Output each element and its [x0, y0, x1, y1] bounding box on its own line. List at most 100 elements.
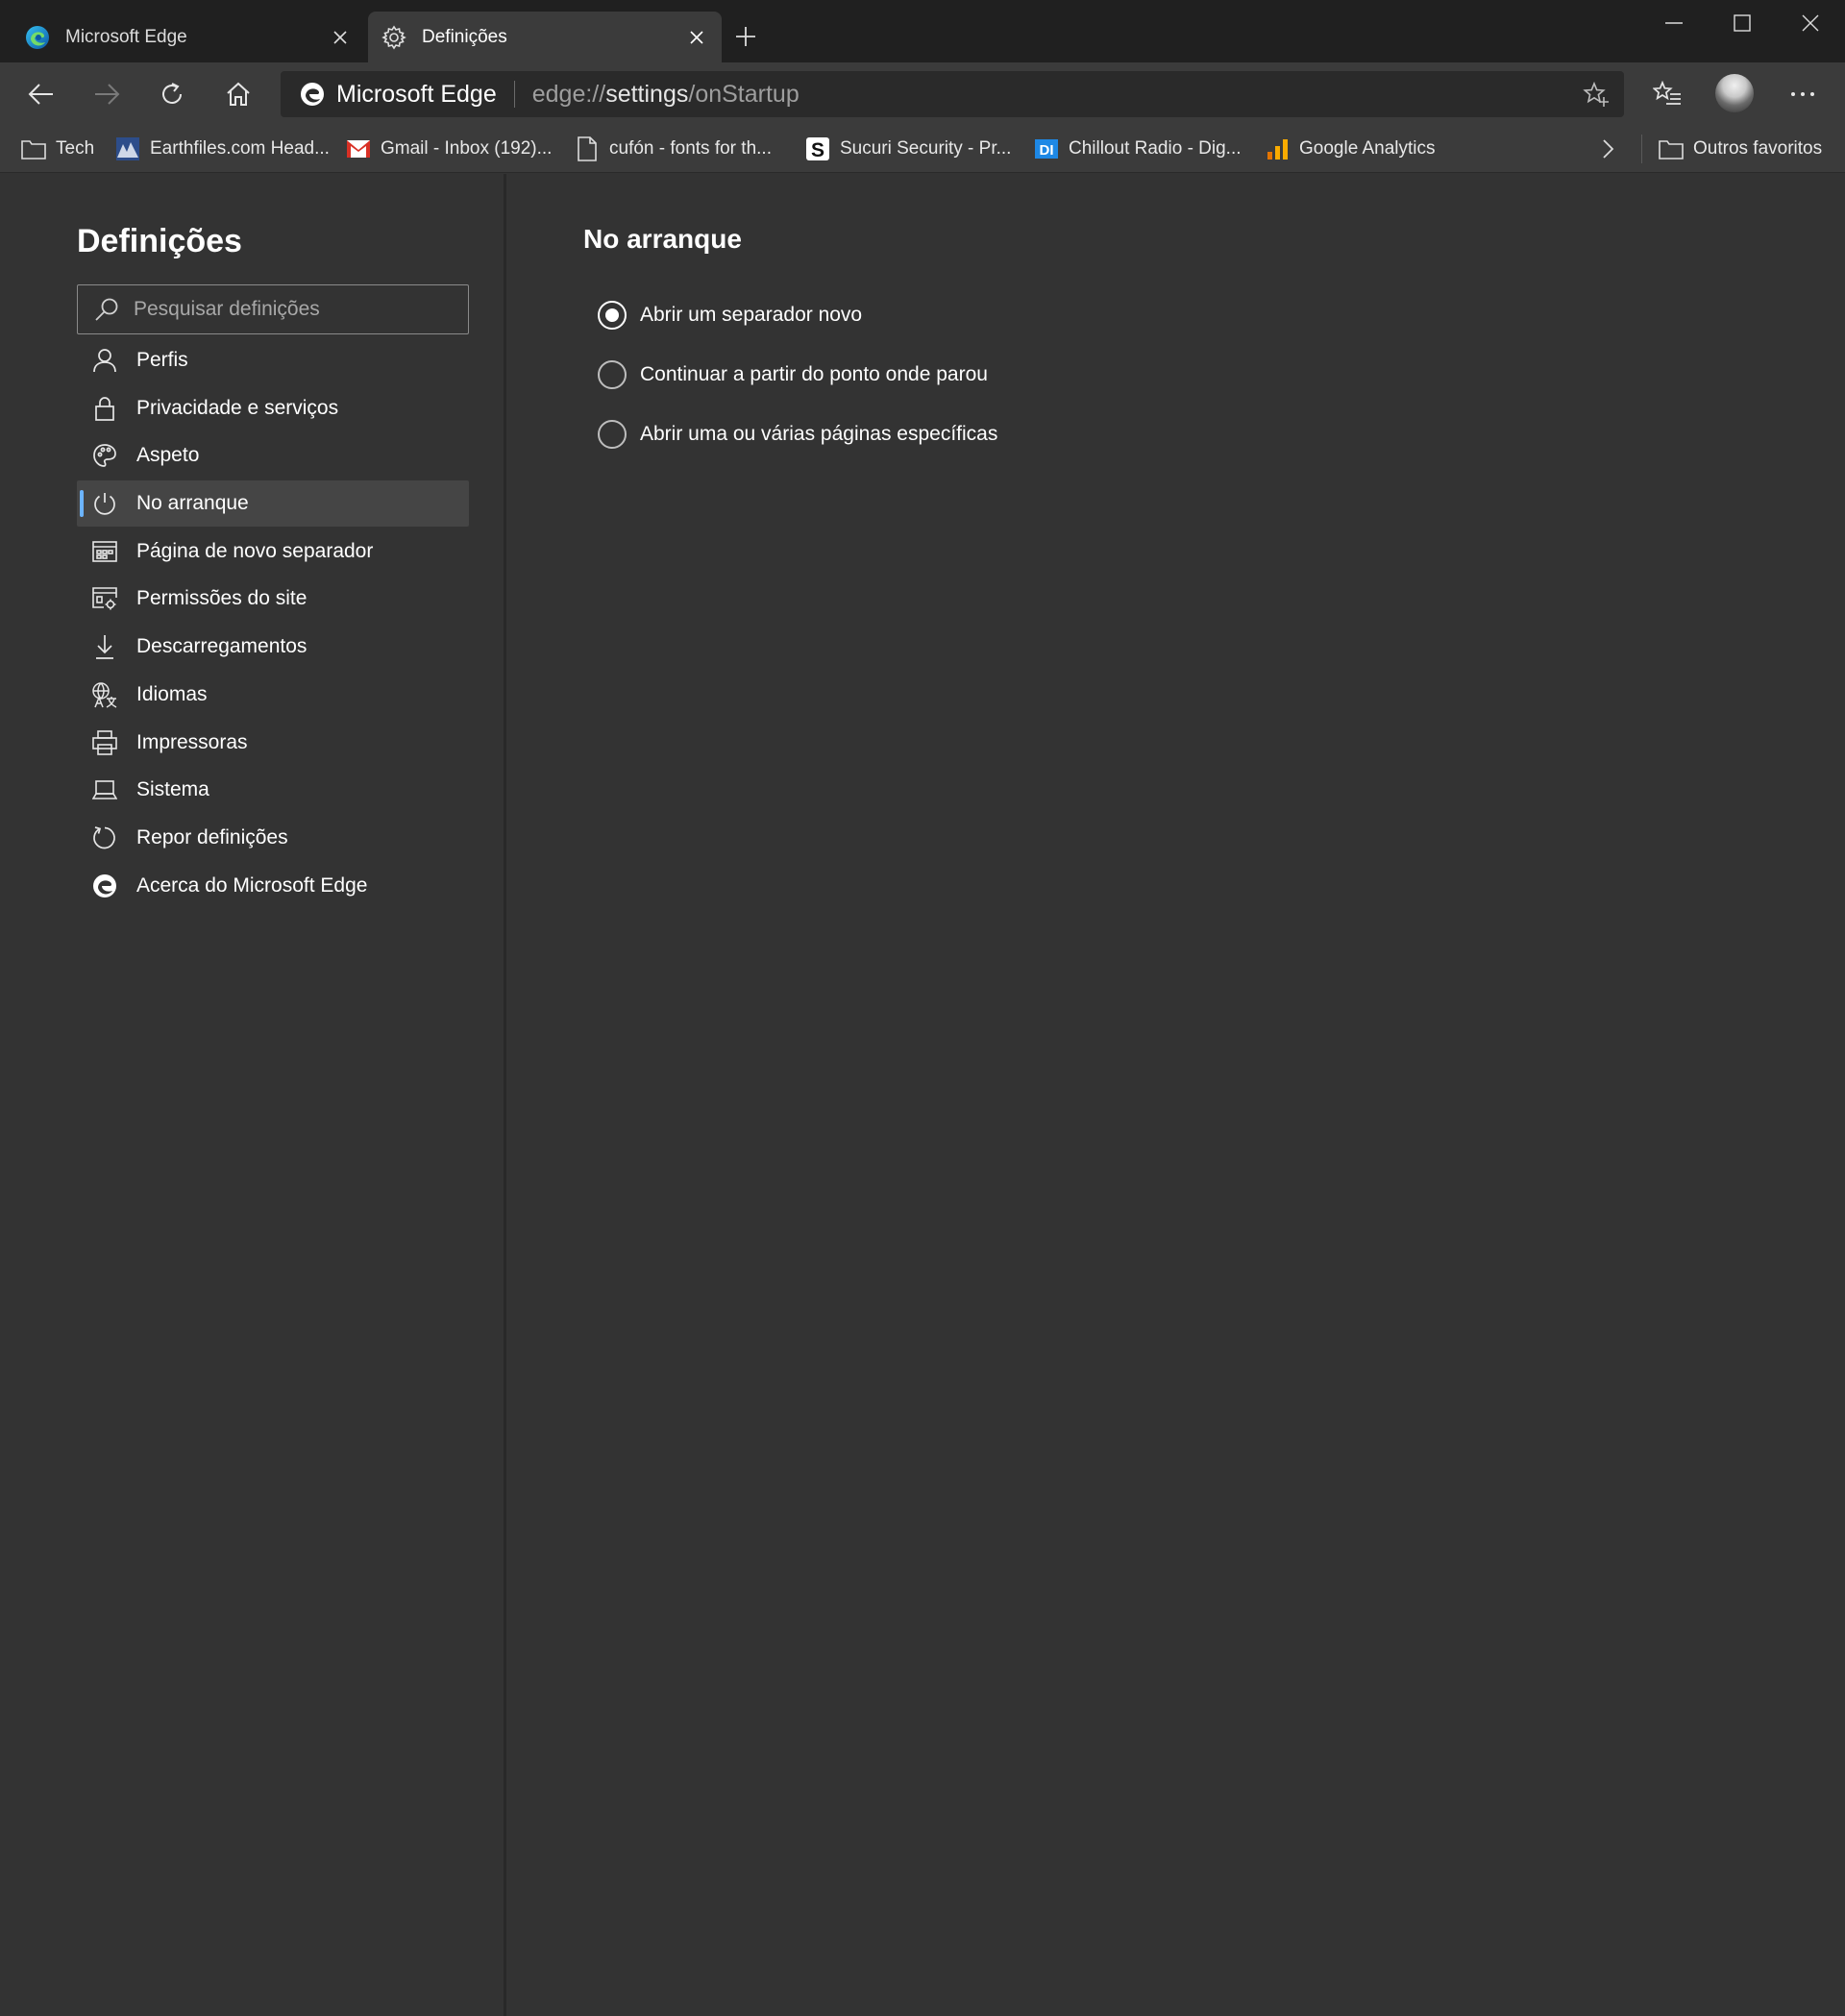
favorites-bar: Tech Earthfiles.com Head... Gmail - Inbo… [0, 125, 1845, 173]
home-button[interactable] [218, 74, 258, 114]
sidebar-item-label: Privacidade e serviços [136, 396, 339, 419]
option-continue-where-left[interactable]: Continuar a partir do ponto onde parou [598, 356, 988, 394]
bookmark-tech[interactable]: Tech [21, 134, 94, 164]
close-icon[interactable] [685, 26, 708, 49]
sidebar-item-label: Acerca do Microsoft Edge [136, 873, 368, 897]
refresh-icon [159, 81, 185, 108]
page-icon [575, 136, 600, 161]
window-close-button[interactable] [1777, 0, 1844, 46]
sidebar-item-label: Repor definições [136, 825, 288, 848]
radio-button-checked[interactable] [598, 301, 627, 330]
option-label: Abrir um separador novo [640, 304, 863, 326]
sidebar-item-label: Permissões do site [136, 587, 308, 610]
sidebar-item-aspeto[interactable]: Aspeto [77, 432, 469, 479]
sidebar-item-descarregamentos[interactable]: Descarregamentos [77, 624, 469, 670]
sidebar-item-no-arranque[interactable]: No arranque [77, 480, 469, 528]
radio-button[interactable] [598, 360, 627, 389]
search-icon [93, 296, 120, 323]
sidebar-item-label: Página de novo separador [136, 539, 374, 562]
refresh-button[interactable] [152, 74, 192, 114]
sidebar-item-sistema[interactable]: Sistema [77, 767, 469, 813]
sidebar-item-label: Descarregamentos [136, 635, 308, 658]
favorites-button[interactable] [1647, 74, 1687, 114]
new-tab-page-icon [90, 537, 119, 566]
earthfiles-favicon-icon [115, 136, 140, 161]
gear-icon [381, 25, 406, 50]
bookmark-label: Tech [56, 138, 95, 159]
bookmark-earthfiles[interactable]: Earthfiles.com Head... [115, 134, 330, 164]
more-options-button[interactable] [1783, 74, 1823, 114]
bookmark-label: Outros favoritos [1693, 138, 1823, 159]
lock-icon [90, 394, 119, 423]
bookmark-label: Earthfiles.com Head... [150, 138, 330, 159]
forward-button[interactable] [86, 74, 127, 114]
close-icon [1802, 14, 1819, 32]
site-name: Microsoft Edge [336, 80, 497, 108]
sidebar-item-label: Impressoras [136, 730, 248, 753]
settings-nav: Perfis Privacidade e serviços Aspeto No … [77, 337, 469, 910]
address-divider [513, 81, 515, 108]
radio-dot [605, 308, 619, 322]
edge-logo-icon [90, 872, 119, 900]
minimize-icon [1665, 22, 1683, 24]
sidebar-item-label: Sistema [136, 778, 209, 801]
sidebar-item-impressoras[interactable]: Impressoras [77, 720, 469, 766]
url-text[interactable]: edge://settings/onStartup [532, 81, 800, 109]
new-tab-button[interactable] [730, 21, 761, 52]
search-settings-box[interactable] [77, 284, 469, 334]
sidebar-item-idiomas[interactable]: Idiomas [77, 672, 469, 718]
option-open-new-tab[interactable]: Abrir um separador novo [598, 296, 862, 334]
bookmark-google-analytics[interactable]: Google Analytics [1265, 134, 1436, 164]
bookmark-other-favorites[interactable]: Outros favoritos [1659, 134, 1822, 164]
edge-logo-icon [25, 25, 50, 50]
bookmark-label: Google Analytics [1299, 138, 1436, 159]
profile-avatar[interactable] [1715, 74, 1754, 112]
star-plus-icon [1583, 81, 1610, 108]
sidebar-item-label: Idiomas [136, 682, 208, 705]
di-radio-icon: DI [1034, 136, 1059, 161]
gmail-icon [346, 136, 371, 161]
site-identity[interactable]: Microsoft Edge [300, 81, 497, 109]
bookmark-gmail[interactable]: Gmail - Inbox (192)... [346, 134, 552, 164]
sidebar-item-perfis[interactable]: Perfis [77, 337, 469, 383]
favorites-list-icon [1653, 81, 1682, 108]
sidebar-item-label: No arranque [136, 492, 249, 515]
address-bar[interactable]: Microsoft Edge edge://settings/onStartup [281, 71, 1624, 117]
bookmark-sucuri[interactable]: S Sucuri Security - Pr... [805, 134, 1011, 164]
option-label: Continuar a partir do ponto onde parou [640, 363, 988, 385]
bookmark-cufon[interactable]: cufón - fonts for th... [575, 134, 772, 164]
add-favorite-button[interactable] [1582, 80, 1611, 109]
tab-microsoft-edge[interactable]: Microsoft Edge [12, 12, 365, 62]
laptop-icon [90, 775, 119, 804]
site-permissions-icon [90, 584, 119, 613]
settings-sidebar: Definições Perfis Privacidade e serviços… [0, 174, 506, 2016]
settings-content: No arranque Abrir um separador novo Cont… [509, 174, 1845, 2016]
sidebar-item-permissoes-site[interactable]: Permissões do site [77, 576, 469, 622]
radio-button[interactable] [598, 420, 627, 449]
maximize-button[interactable] [1709, 0, 1776, 46]
option-open-specific-pages[interactable]: Abrir uma ou várias páginas específicas [598, 415, 997, 454]
sidebar-item-pagina-novo-separador[interactable]: Página de novo separador [77, 529, 469, 575]
ellipsis-icon [1790, 91, 1815, 97]
search-input[interactable] [134, 298, 451, 321]
folder-icon [21, 136, 46, 161]
sidebar-item-privacidade[interactable]: Privacidade e serviços [77, 385, 469, 431]
plus-icon [735, 26, 756, 47]
sidebar-item-acerca-edge[interactable]: Acerca do Microsoft Edge [77, 863, 469, 909]
bookmarks-overflow-button[interactable] [1601, 134, 1614, 164]
sidebar-item-label: Aspeto [136, 444, 200, 467]
back-button[interactable] [21, 74, 62, 114]
minimize-button[interactable] [1640, 0, 1708, 46]
option-label: Abrir uma ou várias páginas específicas [640, 423, 998, 445]
chevron-right-icon [1601, 138, 1614, 160]
bookmark-chillout-radio[interactable]: DI Chillout Radio - Dig... [1034, 134, 1242, 164]
sidebar-item-repor-definicoes[interactable]: Repor definições [77, 815, 469, 861]
section-title: No arranque [583, 224, 742, 254]
bookmark-label: Chillout Radio - Dig... [1069, 138, 1242, 159]
maximize-icon [1734, 14, 1751, 32]
close-icon[interactable] [329, 26, 352, 49]
home-icon [225, 81, 252, 108]
tab-definicoes[interactable]: Definições [368, 12, 722, 62]
tab-title: Microsoft Edge [65, 26, 187, 47]
arrow-left-icon [28, 83, 55, 106]
